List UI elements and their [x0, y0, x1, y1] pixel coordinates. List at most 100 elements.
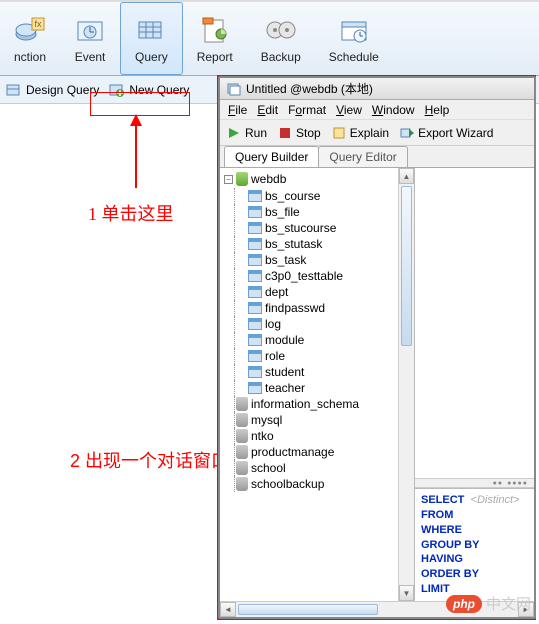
export-label: Export Wizard: [418, 126, 493, 140]
run-label: Run: [245, 126, 267, 140]
tree-table-item[interactable]: teacher: [224, 380, 412, 396]
tree-database-item[interactable]: ntko: [224, 428, 412, 444]
tree-table-item[interactable]: c3p0_testtable: [224, 268, 412, 284]
menu-view[interactable]: View: [336, 103, 362, 117]
menu-help[interactable]: Help: [425, 103, 450, 117]
run-icon: [226, 125, 242, 141]
run-button[interactable]: Run: [226, 125, 267, 141]
toolbar-backup-button[interactable]: Backup: [247, 2, 315, 75]
annotation-text-1: 1 单击这里: [88, 200, 174, 226]
event-icon: [74, 14, 106, 46]
scroll-thumb[interactable]: [401, 186, 412, 346]
tree-item-label: student: [265, 365, 304, 379]
table-icon: [248, 366, 262, 378]
sql-from: FROM: [421, 508, 528, 523]
sql-groupby: GROUP BY: [421, 538, 528, 553]
stop-button[interactable]: Stop: [277, 125, 321, 141]
tab-query-editor[interactable]: Query Editor: [318, 146, 407, 167]
tree-item-label: mysql: [251, 413, 282, 427]
tree-root-item[interactable]: − webdb: [224, 172, 412, 186]
sql-distinct: <Distinct>: [471, 494, 520, 506]
tree-table-item[interactable]: findpasswd: [224, 300, 412, 316]
tree-item-label: bs_task: [265, 253, 306, 267]
tree-table-item[interactable]: module: [224, 332, 412, 348]
query-icon: [135, 14, 167, 46]
dialog-titlebar[interactable]: Untitled @webdb (本地): [220, 78, 534, 100]
tree-table-item[interactable]: bs_course: [224, 188, 412, 204]
table-icon: [248, 270, 262, 282]
scroll-thumb-h[interactable]: [238, 604, 378, 615]
schedule-icon: [338, 14, 370, 46]
new-query-icon: ✚: [109, 82, 125, 98]
toolbar-schedule-button[interactable]: Schedule: [315, 2, 393, 75]
sql-having: HAVING: [421, 552, 528, 567]
table-icon: [248, 382, 262, 394]
scroll-left-button[interactable]: ◄: [220, 602, 236, 617]
export-wizard-button[interactable]: Export Wizard: [399, 125, 493, 141]
database-icon: [236, 429, 248, 443]
svg-text:fx: fx: [35, 19, 43, 29]
toolbar-label: Event: [75, 50, 106, 64]
explain-label: Explain: [350, 126, 389, 140]
menu-bar: File Edit Format View Window Help: [220, 100, 534, 120]
toolbar-function-button[interactable]: fx nction: [0, 2, 60, 75]
menu-format[interactable]: Format: [288, 103, 326, 117]
tree-table-item[interactable]: log: [224, 316, 412, 332]
design-query-button[interactable]: Design Query: [6, 82, 99, 98]
tree-item-label: schoolbackup: [251, 477, 324, 491]
toolbar-label: Backup: [261, 50, 301, 64]
watermark: php 中文网: [446, 593, 531, 614]
tree-item-label: module: [265, 333, 304, 347]
tree-item-label: bs_course: [265, 189, 320, 203]
scroll-down-button[interactable]: ▼: [399, 585, 414, 601]
tree-table-item[interactable]: role: [224, 348, 412, 364]
tree-item-label: bs_stutask: [265, 237, 322, 251]
vertical-scrollbar[interactable]: ▲ ▼: [398, 168, 414, 601]
dialog-title-text: Untitled @webdb (本地): [246, 80, 373, 97]
dialog-tabs: Query Builder Query Editor: [220, 146, 534, 168]
database-icon: [236, 477, 248, 491]
tree-table-item[interactable]: bs_stutask: [224, 236, 412, 252]
php-badge: php: [446, 595, 482, 613]
toolbar-label: Report: [197, 50, 233, 64]
tree-table-item[interactable]: dept: [224, 284, 412, 300]
tree-database-item[interactable]: schoolbackup: [224, 476, 412, 492]
window-icon: [226, 81, 242, 97]
tree-item-label: findpasswd: [265, 301, 325, 315]
menu-file[interactable]: File: [228, 103, 247, 117]
tree-database-item[interactable]: mysql: [224, 412, 412, 428]
tree-table-item[interactable]: bs_task: [224, 252, 412, 268]
tree-item-label: bs_stucourse: [265, 221, 336, 235]
tree-item-label: log: [265, 317, 281, 331]
tree-table-item[interactable]: bs_stucourse: [224, 220, 412, 236]
export-icon: [399, 125, 415, 141]
tree-database-item[interactable]: productmanage: [224, 444, 412, 460]
new-query-button[interactable]: ✚ New Query: [109, 82, 189, 98]
menu-edit[interactable]: Edit: [257, 103, 278, 117]
toolbar-report-button[interactable]: Report: [183, 2, 247, 75]
tree-database-item[interactable]: information_schema: [224, 396, 412, 412]
scroll-up-button[interactable]: ▲: [399, 168, 414, 184]
explain-button[interactable]: Explain: [331, 125, 389, 141]
toolbar-query-button[interactable]: Query: [120, 2, 183, 75]
tree-panel[interactable]: − webdb bs_course bs_file bs_stucourse bs_s…: [220, 168, 415, 601]
svg-text:✚: ✚: [117, 89, 124, 98]
tree-table-item[interactable]: student: [224, 364, 412, 380]
sql-where: WHERE: [421, 523, 528, 538]
toolbar-label: Schedule: [329, 50, 379, 64]
menu-window[interactable]: Window: [372, 103, 415, 117]
tree-table-item[interactable]: bs_file: [224, 204, 412, 220]
splitter[interactable]: ●●●●●●: [415, 478, 534, 488]
toolbar-label: nction: [14, 50, 46, 64]
query-dialog: Untitled @webdb (本地) File Edit Format Vi…: [218, 76, 536, 619]
collapse-icon[interactable]: −: [224, 175, 233, 184]
tree-database-item[interactable]: school: [224, 460, 412, 476]
tree-item-label: bs_file: [265, 205, 300, 219]
database-icon: [236, 397, 248, 411]
explain-icon: [331, 125, 347, 141]
toolbar-event-button[interactable]: Event: [60, 2, 120, 75]
tab-query-builder[interactable]: Query Builder: [224, 146, 319, 167]
query-canvas[interactable]: [415, 168, 534, 478]
table-icon: [248, 350, 262, 362]
tree-item-label: dept: [265, 285, 288, 299]
